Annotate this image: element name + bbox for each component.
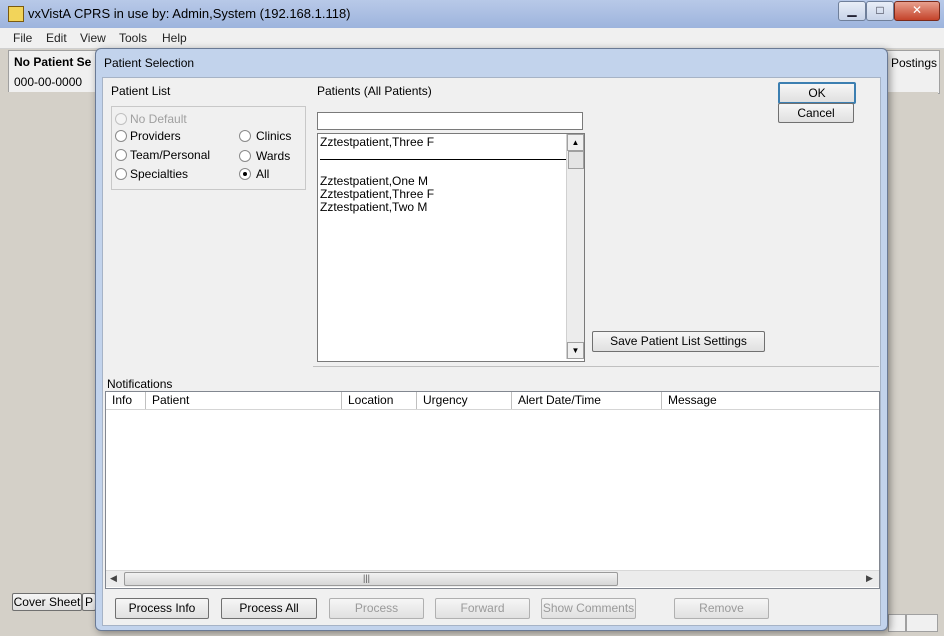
recent-patient-item[interactable]: Zztestpatient,Three F xyxy=(320,135,434,149)
scroll-thumb[interactable] xyxy=(568,151,584,169)
process-info-button[interactable]: Process Info xyxy=(115,598,209,619)
patient-search-input[interactable] xyxy=(317,112,583,130)
radio-clinics-label[interactable]: Clinics xyxy=(256,129,291,143)
maximize-icon[interactable]: □ xyxy=(866,1,894,21)
list-item[interactable]: Zztestpatient,One M xyxy=(320,174,428,188)
patient-listbox[interactable]: Zztestpatient,Three F Zztestpatient,One … xyxy=(317,133,585,362)
scroll-right-icon[interactable]: ▶ xyxy=(866,573,873,584)
tab-problems[interactable]: P xyxy=(82,593,96,611)
ok-button[interactable]: OK xyxy=(778,82,856,104)
scroll-down-icon[interactable]: ▼ xyxy=(567,342,584,359)
col-info[interactable]: Info xyxy=(106,392,146,409)
patient-list-scrollbar[interactable]: ▲ ▼ xyxy=(566,134,584,359)
radio-specialties-label[interactable]: Specialties xyxy=(130,167,188,181)
postings-label[interactable]: Postings xyxy=(891,56,937,70)
radio-specialties-control[interactable] xyxy=(115,168,127,180)
patients-divider xyxy=(313,366,879,367)
list-item[interactable]: Zztestpatient,Two M xyxy=(320,200,427,214)
notifications-list[interactable]: Info Patient Location Urgency Alert Date… xyxy=(105,391,880,589)
radio-no-default-control xyxy=(115,113,127,125)
col-location[interactable]: Location xyxy=(342,392,417,409)
patient-list-heading: Patient List xyxy=(111,84,171,98)
notifications-heading: Notifications xyxy=(107,377,173,391)
forward-button[interactable]: Forward xyxy=(435,598,530,619)
process-button[interactable]: Process xyxy=(329,598,424,619)
grip-icon: ||| xyxy=(363,573,371,583)
menu-view[interactable]: View xyxy=(80,31,106,45)
main-title-bar[interactable]: vxVistA CPRS in use by: Admin,System (19… xyxy=(0,0,944,28)
radio-wards-label[interactable]: Wards xyxy=(256,149,290,163)
menu-bar: File Edit View Tools Help xyxy=(0,28,944,49)
radio-all-control[interactable] xyxy=(239,168,251,180)
h-scroll-thumb[interactable]: ||| xyxy=(124,572,618,586)
menu-help[interactable]: Help xyxy=(162,31,187,45)
menu-edit[interactable]: Edit xyxy=(46,31,67,45)
patients-heading: Patients (All Patients) xyxy=(317,84,432,98)
patient-name: No Patient Se xyxy=(14,55,92,69)
tab-cover-sheet[interactable]: Cover Sheet xyxy=(12,593,82,611)
status-panel-2 xyxy=(906,614,938,632)
radio-wards-control[interactable] xyxy=(239,150,251,162)
radio-clinics-control[interactable] xyxy=(239,130,251,142)
radio-providers-label[interactable]: Providers xyxy=(130,129,181,143)
app-icon xyxy=(8,6,24,22)
notifications-h-scrollbar[interactable]: ◀ ||| ▶ xyxy=(106,570,879,587)
show-comments-button[interactable]: Show Comments xyxy=(541,598,636,619)
col-message[interactable]: Message xyxy=(662,392,879,409)
scroll-left-icon[interactable]: ◀ xyxy=(110,573,117,584)
menu-tools[interactable]: Tools xyxy=(119,31,147,45)
col-urgency[interactable]: Urgency xyxy=(417,392,512,409)
dialog-title: Patient Selection xyxy=(104,56,195,70)
save-patient-list-settings-button[interactable]: Save Patient List Settings xyxy=(592,331,765,352)
remove-button[interactable]: Remove xyxy=(674,598,769,619)
process-all-button[interactable]: Process All xyxy=(221,598,317,619)
cancel-button[interactable]: Cancel xyxy=(778,103,854,123)
patient-selection-dialog: Patient Selection Patient List No Defaul… xyxy=(95,48,888,631)
radio-no-default-label: No Default xyxy=(130,112,187,126)
close-icon[interactable]: ✕ xyxy=(894,1,940,21)
list-separator xyxy=(320,159,566,160)
minimize-icon[interactable]: ▁ xyxy=(838,1,866,21)
menu-file[interactable]: File xyxy=(13,31,32,45)
patient-ssn: 000-00-0000 xyxy=(14,75,83,89)
radio-providers-control[interactable] xyxy=(115,130,127,142)
notifications-header-row: Info Patient Location Urgency Alert Date… xyxy=(106,392,879,410)
radio-team-personal-label[interactable]: Team/Personal xyxy=(130,148,210,162)
radio-all-label[interactable]: All xyxy=(256,167,269,181)
list-item[interactable]: Zztestpatient,Three F xyxy=(320,187,434,201)
scroll-up-icon[interactable]: ▲ xyxy=(567,134,584,151)
col-alert-date-time[interactable]: Alert Date/Time xyxy=(512,392,662,409)
radio-team-personal-control[interactable] xyxy=(115,149,127,161)
dialog-body: Patient List No Default Providers Team/P… xyxy=(102,77,881,626)
col-patient[interactable]: Patient xyxy=(146,392,342,409)
app-title: vxVistA CPRS in use by: Admin,System (19… xyxy=(28,6,351,21)
status-panel xyxy=(888,614,906,632)
